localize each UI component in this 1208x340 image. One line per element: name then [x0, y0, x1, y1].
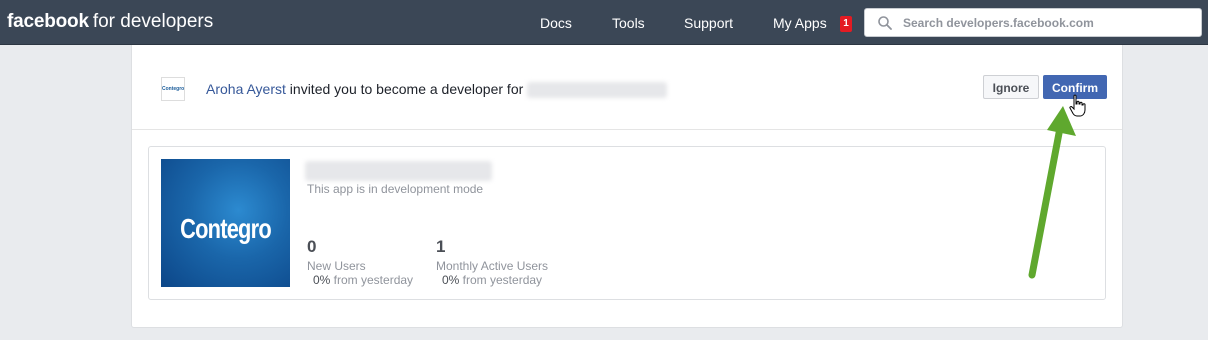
monthly-active-users-label: Monthly Active Users	[436, 259, 549, 273]
hand-pointer-cursor-icon	[1069, 94, 1086, 117]
new-users-label: New Users	[307, 259, 366, 273]
app-summary-box: Contegro This app is in development mode…	[148, 146, 1106, 300]
search-icon	[878, 16, 892, 30]
new-users-change-text: from yesterday	[330, 273, 414, 287]
invite-message-text: invited you to become a developer for	[285, 81, 528, 97]
monthly-active-users-change: 0% from yesterday	[442, 273, 542, 287]
search-box[interactable]	[864, 8, 1202, 37]
app-icon-image[interactable]: Contegro	[161, 159, 290, 287]
nav-support[interactable]: Support	[684, 14, 733, 32]
annotation-arrow	[1028, 106, 1076, 279]
monthly-active-users-count: 1	[436, 237, 446, 256]
brand-facebook: facebook	[7, 11, 89, 32]
facebook-for-developers-logo[interactable]: facebook for developers	[7, 10, 213, 34]
nav-tools[interactable]: Tools	[612, 14, 645, 32]
app-mode-status: This app is in development mode	[307, 182, 484, 196]
inviting-app-logo: Contegro	[161, 77, 185, 101]
new-users-count: 0	[307, 237, 317, 256]
redacted-app-title[interactable]	[305, 161, 492, 181]
invite-row: Contegro Aroha Ayerst invited you to bec…	[132, 45, 1122, 130]
new-users-change: 0% from yesterday	[313, 273, 413, 287]
nav-my-apps[interactable]: My Apps	[773, 14, 827, 32]
search-input[interactable]	[901, 12, 1195, 34]
invite-message: Aroha Ayerst invited you to become a dev…	[206, 80, 668, 99]
ignore-button[interactable]: Ignore	[983, 75, 1039, 99]
top-navigation-bar: facebook for developers Docs Tools Suppor…	[0, 0, 1208, 45]
inviter-name-link[interactable]: Aroha Ayerst	[206, 81, 286, 97]
developer-invite-card: Contegro Aroha Ayerst invited you to bec…	[131, 45, 1123, 328]
monthly-active-users-change-text: from yesterday	[459, 273, 543, 287]
my-apps-notification-badge: 1	[840, 16, 852, 32]
monthly-active-users-change-pct: 0%	[442, 273, 460, 287]
brand-for-developers: for developers	[92, 11, 214, 32]
redacted-app-name	[527, 82, 668, 99]
new-users-change-pct: 0%	[313, 273, 331, 287]
nav-docs[interactable]: Docs	[540, 14, 572, 32]
app-image-wordmark: Contegro	[180, 213, 272, 244]
